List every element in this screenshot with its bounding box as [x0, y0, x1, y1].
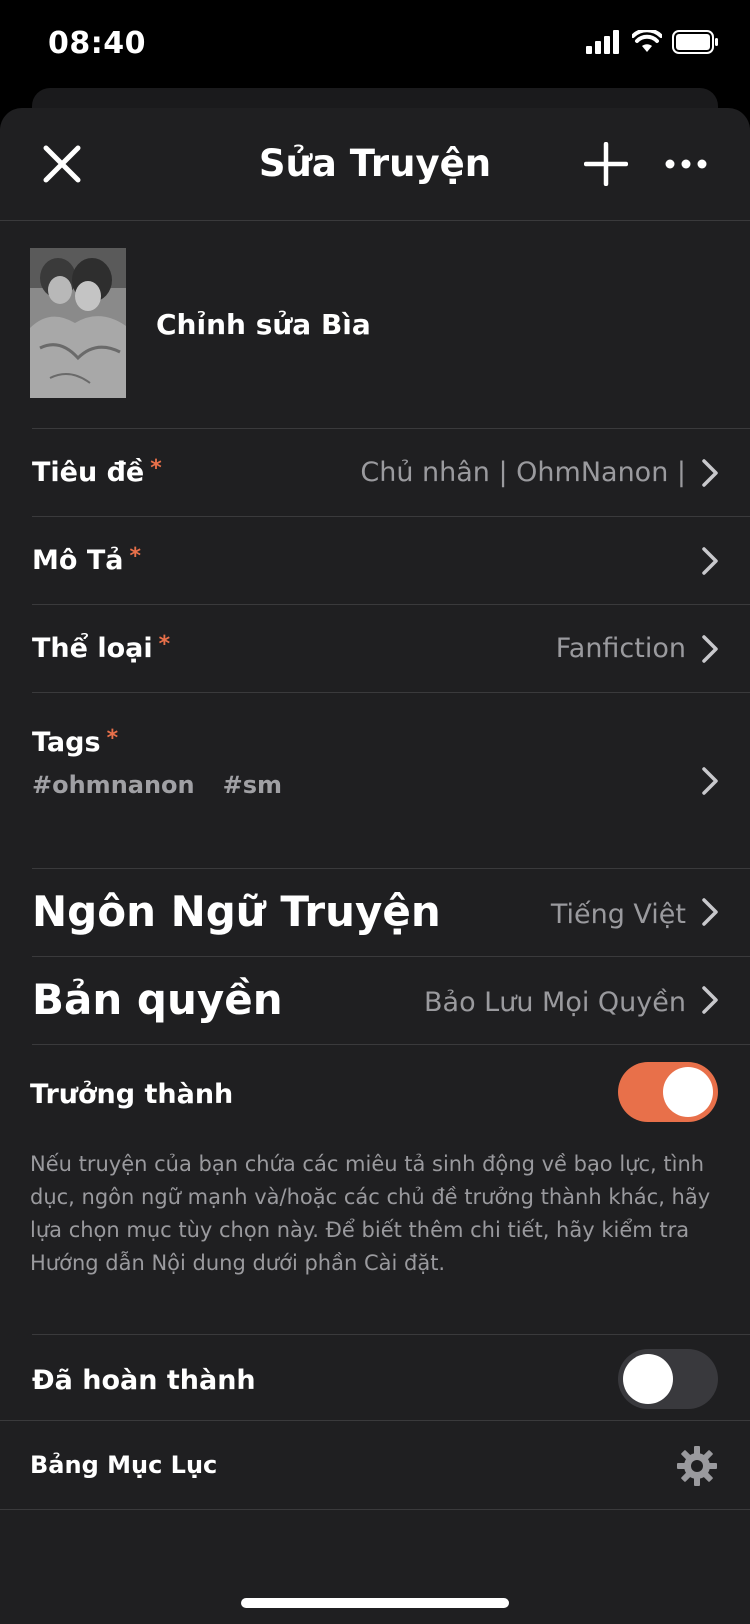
title-row[interactable]: Tiêu đề * Chủ nhân | OhmNanon | [32, 429, 750, 517]
completed-label: Đã hoàn thành [32, 1365, 256, 1396]
chevron-right-icon [702, 459, 718, 487]
required-marker: * [106, 726, 119, 751]
copyright-row[interactable]: Bản quyền Bảo Lưu Mọi Quyền [32, 957, 750, 1045]
required-marker: * [129, 544, 141, 569]
description-label-text: Mô Tả [32, 545, 124, 576]
chevron-right-icon [702, 767, 718, 795]
completed-row: Đã hoàn thành [32, 1334, 750, 1424]
status-icons [586, 30, 720, 54]
language-value: Tiếng Việt [550, 899, 686, 930]
wifi-icon [632, 30, 662, 52]
status-bar: 08:40 [0, 0, 750, 92]
more-options-icon[interactable] [664, 154, 708, 174]
genre-row[interactable]: Thể loại * Fanfiction [32, 605, 750, 693]
tags-label: Tags * [32, 726, 119, 758]
edit-cover-label: Chỉnh sửa Bìa [156, 308, 371, 341]
language-label: Ngôn Ngữ Truyện [32, 887, 441, 936]
tag-item: #ohmnanon [32, 771, 195, 799]
table-of-contents-row[interactable]: Bảng Mục Lục [0, 1420, 750, 1510]
home-indicator[interactable] [241, 1598, 509, 1608]
language-row[interactable]: Ngôn Ngữ Truyện Tiếng Việt [32, 869, 750, 957]
copyright-value: Bảo Lưu Mọi Quyền [424, 987, 686, 1018]
chevron-right-icon [702, 898, 718, 926]
genre-label-text: Thể loại [32, 633, 153, 664]
title-label-text: Tiêu đề [32, 457, 145, 488]
title-label: Tiêu đề * [32, 456, 162, 488]
mature-label: Trưởng thành [30, 1079, 234, 1110]
cellular-signal-icon [586, 30, 619, 54]
chevron-right-icon [702, 547, 718, 575]
tags-row[interactable]: Tags * #ohmnanon #sm [32, 693, 750, 869]
toggle-knob [663, 1067, 713, 1117]
description-label: Mô Tả * [32, 544, 141, 576]
copyright-label: Bản quyền [32, 975, 283, 1024]
nav-bar: Sửa Truyện [0, 108, 750, 221]
completed-toggle[interactable] [618, 1349, 718, 1409]
tag-list: #ohmnanon #sm [32, 771, 282, 799]
required-marker: * [150, 456, 162, 481]
chevron-right-icon [702, 635, 718, 663]
required-marker: * [158, 632, 171, 657]
mature-row: Trưởng thành [30, 1045, 750, 1141]
mature-toggle[interactable] [618, 1062, 718, 1122]
gear-icon[interactable] [676, 1445, 718, 1487]
toggle-knob [623, 1354, 673, 1404]
description-row[interactable]: Mô Tả * [32, 517, 750, 605]
title-value: Chủ nhân | OhmNanon | [360, 457, 686, 488]
genre-value: Fanfiction [555, 633, 686, 664]
tag-item: #sm [222, 771, 283, 799]
edit-story-sheet: Sửa Truyện Chỉnh sửa Bìa Tiêu đề * Chủ nh… [0, 108, 750, 1624]
genre-label: Thể loại * [32, 632, 171, 664]
tags-label-text: Tags [32, 727, 101, 758]
page-title: Sửa Truyện [258, 142, 492, 185]
status-time: 08:40 [48, 26, 146, 61]
chevron-right-icon [702, 986, 718, 1014]
mature-description: Nếu truyện của bạn chứa các miêu tả sinh… [30, 1152, 711, 1275]
table-of-contents-label: Bảng Mục Lục [30, 1451, 218, 1479]
add-icon[interactable] [584, 142, 628, 186]
battery-icon [672, 30, 718, 54]
cover-image [30, 248, 126, 398]
edit-cover-row[interactable]: Chỉnh sửa Bìa [30, 220, 750, 429]
